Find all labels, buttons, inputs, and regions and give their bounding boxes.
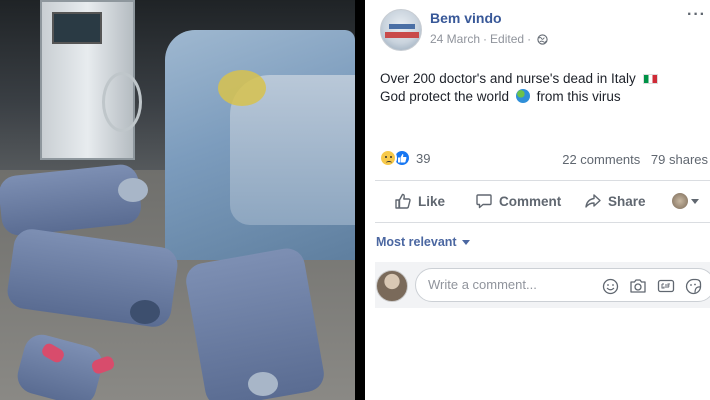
like-label: Like bbox=[418, 193, 446, 209]
comment-label: Comment bbox=[499, 193, 562, 209]
reaction-count: 39 bbox=[416, 150, 431, 166]
comment-sort-dropdown[interactable]: Most relevant bbox=[376, 235, 470, 249]
post-text-line: God protect the world from this virus bbox=[380, 88, 700, 106]
sticker-icon[interactable] bbox=[684, 277, 702, 295]
post-text-line1: Over 200 doctor's and nurse's dead in It… bbox=[380, 71, 636, 86]
avatar-stripe bbox=[385, 32, 419, 38]
photo-anesthesia-machine bbox=[40, 0, 142, 160]
gif-icon[interactable] bbox=[657, 277, 675, 295]
photo-surgical-cap bbox=[118, 178, 148, 202]
comments-count-link[interactable]: 22 comments bbox=[562, 152, 640, 167]
meta-separator: · bbox=[527, 32, 532, 46]
emoji-icon[interactable] bbox=[601, 277, 619, 295]
thumbs-up-icon bbox=[395, 193, 411, 209]
photo-tube bbox=[102, 72, 142, 132]
public-globe-icon[interactable] bbox=[537, 33, 548, 45]
post-bottom-area bbox=[365, 308, 710, 400]
author-avatar[interactable] bbox=[380, 9, 422, 51]
divider bbox=[375, 222, 710, 223]
camera-icon[interactable] bbox=[629, 277, 647, 295]
avatar-stripe bbox=[389, 24, 415, 29]
more-options-button[interactable]: ··· bbox=[687, 6, 706, 24]
comment-sort-label: Most relevant bbox=[376, 235, 457, 249]
post-date[interactable]: 24 March bbox=[430, 32, 480, 46]
post-text-line2a: God protect the world bbox=[380, 89, 510, 104]
engagement-counts: 22 comments 79 shares bbox=[562, 152, 708, 167]
shares-count-link[interactable]: 79 shares bbox=[651, 152, 708, 167]
comment-composer bbox=[375, 262, 710, 308]
post-text-line: Over 200 doctor's and nurse's dead in It… bbox=[380, 70, 700, 88]
image-divider bbox=[355, 0, 365, 400]
edited-label[interactable]: Edited bbox=[490, 32, 524, 46]
chevron-down-icon bbox=[691, 198, 699, 204]
comment-button[interactable]: Comment bbox=[475, 192, 561, 210]
comment-bubble-icon bbox=[476, 194, 492, 209]
share-button[interactable]: Share bbox=[584, 192, 646, 210]
comment-input[interactable] bbox=[428, 277, 598, 292]
react-as-selector[interactable] bbox=[672, 193, 699, 209]
user-mini-avatar bbox=[672, 193, 688, 209]
post-text: Over 200 doctor's and nurse's dead in It… bbox=[380, 70, 700, 106]
photo-yellow-patch bbox=[218, 70, 266, 106]
post-meta: 24 March · Edited · bbox=[430, 32, 548, 46]
post-text-line2b: from this virus bbox=[536, 89, 621, 104]
commenter-avatar[interactable] bbox=[376, 270, 408, 302]
photo-monitor bbox=[52, 12, 102, 44]
photo-surgical-cap bbox=[130, 300, 160, 324]
facebook-post: Bem vindo 24 March · Edited · ··· Over 2… bbox=[365, 0, 710, 400]
reaction-summary[interactable]: 39 bbox=[379, 149, 430, 167]
meta-separator: · bbox=[483, 32, 488, 46]
earth-globe-icon bbox=[515, 89, 530, 103]
comment-input-wrapper[interactable] bbox=[415, 268, 710, 302]
post-photo[interactable] bbox=[0, 0, 355, 400]
author-name[interactable]: Bem vindo bbox=[430, 10, 502, 26]
like-button[interactable]: Like bbox=[394, 192, 445, 210]
photo-surgical-cap bbox=[248, 372, 278, 396]
share-label: Share bbox=[608, 193, 646, 209]
chevron-down-icon bbox=[461, 239, 470, 245]
share-arrow-icon bbox=[585, 194, 601, 208]
post-actions-bar: Like Comment Share bbox=[365, 181, 710, 221]
sad-reaction-icon bbox=[379, 149, 397, 167]
italy-flag-icon bbox=[642, 74, 658, 84]
